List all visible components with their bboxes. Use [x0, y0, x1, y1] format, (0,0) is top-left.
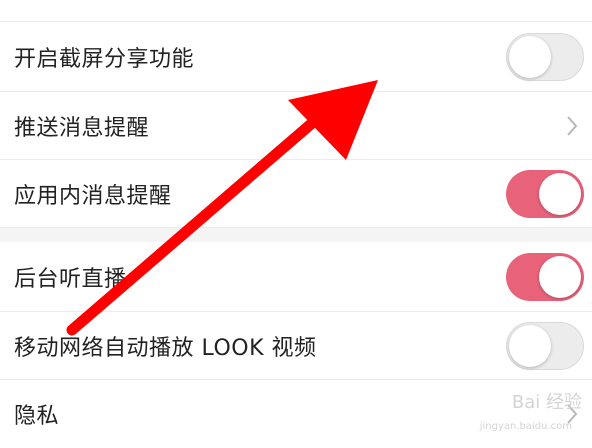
settings-row-top-partial — [0, 0, 592, 22]
settings-row-screenshot-share[interactable]: 开启截屏分享功能 — [0, 22, 592, 92]
in-app-notification-toggle[interactable] — [506, 169, 584, 218]
background-live-toggle[interactable] — [506, 252, 584, 301]
settings-row-background-live[interactable]: 后台听直播 — [0, 242, 592, 312]
settings-row-label: 推送消息提醒 — [14, 115, 150, 141]
autoplay-look-toggle[interactable] — [506, 321, 584, 370]
toggle-knob — [539, 172, 581, 215]
chevron-right-icon — [567, 115, 578, 136]
settings-row-label: 移动网络自动播放 LOOK 视频 — [14, 335, 317, 361]
settings-row-label: 应用内消息提醒 — [14, 183, 172, 209]
settings-row-autoplay-look[interactable]: 移动网络自动播放 LOOK 视频 — [0, 312, 592, 380]
toggle-knob — [509, 35, 551, 78]
section-divider — [0, 228, 592, 242]
baidu-watermark: Bai 经验 — [511, 392, 582, 413]
settings-row-label: 后台听直播 — [14, 266, 127, 292]
settings-row-in-app-notification[interactable]: 应用内消息提醒 — [0, 160, 592, 228]
toggle-knob — [509, 324, 551, 367]
toggle-knob — [539, 255, 581, 298]
baidu-watermark-url: jingyan.baidu.com — [479, 421, 572, 432]
settings-row-privacy[interactable]: 隐私 — [0, 380, 592, 448]
settings-row-label: 开启截屏分享功能 — [14, 46, 195, 72]
settings-row-push-notification[interactable]: 推送消息提醒 — [0, 92, 592, 160]
screenshot-share-toggle[interactable] — [506, 32, 584, 81]
settings-row-label: 隐私 — [14, 404, 60, 429]
